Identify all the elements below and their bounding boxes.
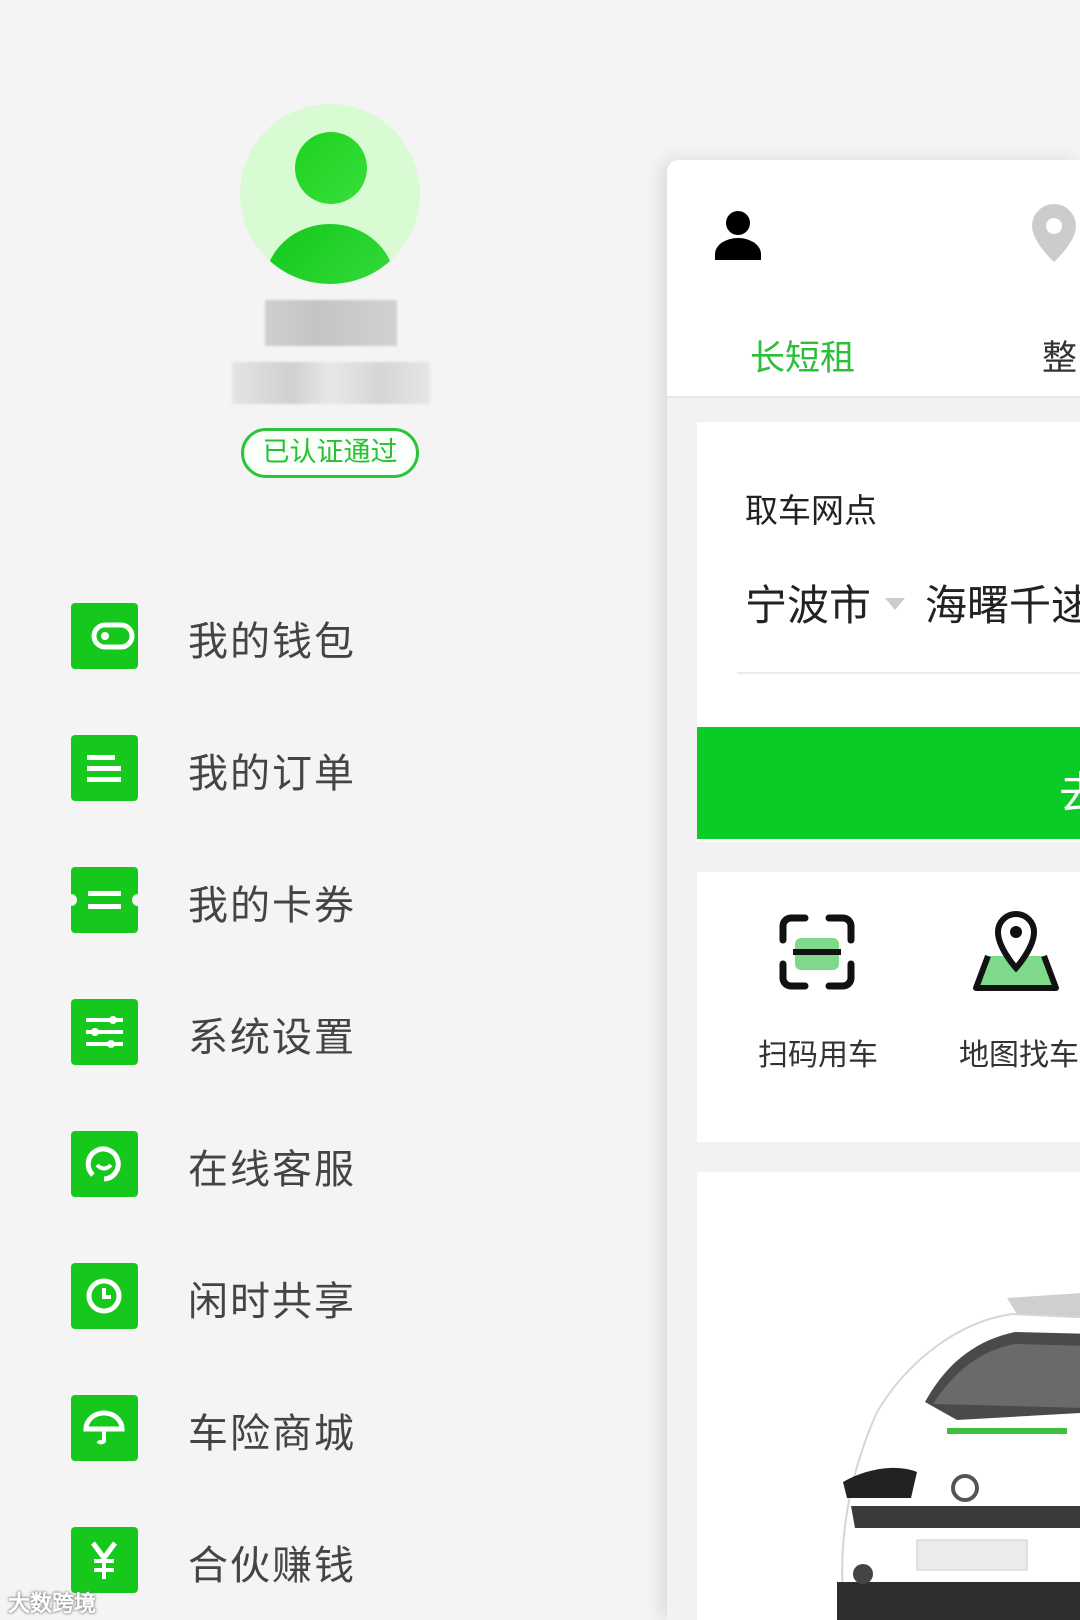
menu-label-coupons: 我的卡券: [188, 883, 356, 929]
car-image: [837, 1293, 1080, 1620]
menu-item-coupons[interactable]: 我的卡券: [71, 867, 491, 933]
umbrella-icon: [71, 1395, 138, 1461]
avatar-body: [265, 224, 395, 284]
panel-header: 长短租 整: [667, 160, 1080, 398]
menu-label-wallet: 我的钱包: [188, 619, 356, 665]
menu-label-insurance: 车险商城: [188, 1411, 356, 1457]
map-find-car-icon[interactable]: [970, 910, 1062, 994]
user-avatar-icon[interactable]: [240, 104, 420, 284]
menu-item-insurance[interactable]: 车险商城: [71, 1395, 491, 1461]
menu-label-idle-share: 闲时共享: [188, 1279, 356, 1325]
main-panel[interactable]: 长短租 整 取车网点 宁波市 海曙千逑 去 扫码用车 地图找车: [667, 160, 1080, 1620]
verified-badge: 已认证通过: [241, 428, 419, 478]
wallet-icon: [71, 603, 138, 669]
map-label[interactable]: 地图找车: [959, 1030, 1079, 1074]
city-selector[interactable]: 宁波市: [745, 572, 871, 633]
station-selector[interactable]: 海曙千逑: [925, 572, 1080, 633]
go-button-label: 去: [1059, 757, 1080, 821]
settings-sliders-icon: [71, 999, 138, 1065]
yen-icon: [71, 1527, 138, 1593]
menu-item-idle-share[interactable]: 闲时共享: [71, 1263, 491, 1329]
go-button[interactable]: 去: [697, 727, 1080, 839]
menu-item-customer-service[interactable]: 在线客服: [71, 1131, 491, 1197]
dropdown-arrow-icon: [885, 598, 905, 610]
coupon-icon: [71, 867, 138, 933]
menu-label-orders: 我的订单: [188, 751, 356, 797]
customer-service-icon: [71, 1131, 138, 1197]
menu-label-customer-service: 在线客服: [188, 1147, 356, 1193]
menu-label-partner: 合伙赚钱: [188, 1543, 356, 1589]
tab-whole-rent[interactable]: 整: [1042, 330, 1077, 381]
scan-label[interactable]: 扫码用车: [758, 1030, 878, 1074]
watermark: 大数跨境: [8, 1592, 97, 1617]
tab-long-short-rent[interactable]: 长短租: [750, 330, 855, 381]
divider: [737, 672, 1080, 674]
scan-qr-icon[interactable]: [777, 912, 857, 992]
car-banner-card[interactable]: [697, 1172, 1080, 1620]
location-pin-icon[interactable]: [1029, 202, 1079, 264]
menu-item-orders[interactable]: 我的订单: [71, 735, 491, 801]
user-phone-redacted: [232, 362, 430, 404]
user-name-redacted: [265, 300, 397, 346]
pickup-label: 取车网点: [745, 491, 877, 530]
menu-label-settings: 系统设置: [188, 1015, 356, 1061]
menu-item-wallet[interactable]: 我的钱包: [71, 603, 491, 669]
quick-actions-card: 扫码用车 地图找车: [697, 872, 1080, 1142]
menu-item-partner[interactable]: 合伙赚钱: [71, 1527, 491, 1593]
avatar-head: [295, 132, 367, 204]
menu-item-settings[interactable]: 系统设置: [71, 999, 491, 1065]
clock-icon: [71, 1263, 138, 1329]
user-icon[interactable]: [713, 208, 763, 260]
order-list-icon: [71, 735, 138, 801]
